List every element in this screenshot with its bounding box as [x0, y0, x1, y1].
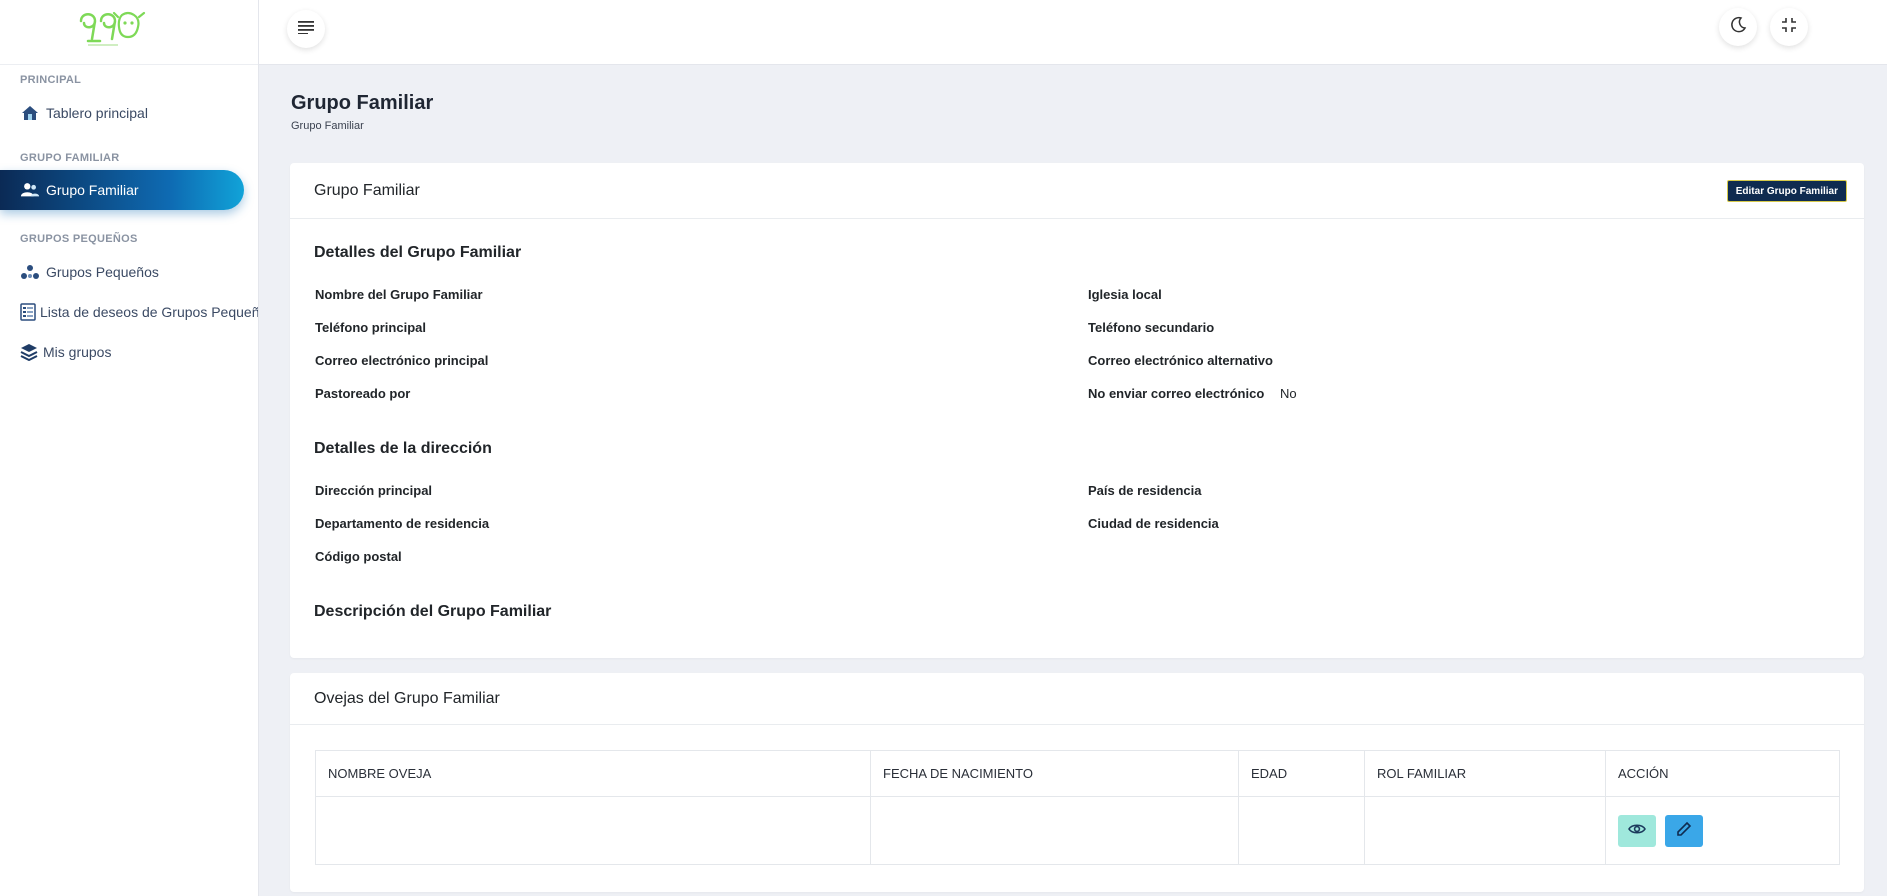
sidebar-section-principal: PRINCIPAL: [20, 74, 82, 86]
sidebar-item-label: Mis grupos: [43, 344, 112, 360]
pencil-icon: [1676, 821, 1692, 840]
field-correo-alternativo: Correo electrónico alternativo: [1088, 353, 1273, 368]
page-title: Grupo Familiar: [291, 92, 434, 114]
sidebar-item-grupo-familiar[interactable]: Grupo Familiar: [0, 170, 244, 210]
column-header-fecha[interactable]: FECHA DE NACIMIENTO: [870, 750, 1239, 797]
edit-grupo-familiar-button[interactable]: Editar Grupo Familiar: [1726, 180, 1847, 202]
column-header-edad[interactable]: EDAD: [1238, 750, 1365, 797]
table-cell-edad: [1238, 796, 1365, 865]
table-row: [315, 796, 1840, 865]
column-header-nombre[interactable]: NOMBRE OVEJA: [315, 750, 871, 797]
fullscreen-toggle-button[interactable]: [1770, 8, 1808, 46]
field-iglesia: Iglesia local: [1088, 287, 1162, 302]
field-departamento: Departamento de residencia: [315, 516, 490, 531]
layers-icon: [20, 343, 38, 361]
field-no-enviar-correo-value: No: [1280, 386, 1297, 401]
minimize-icon: [1781, 17, 1797, 38]
sidebar-item-label: Tablero principal: [46, 105, 148, 121]
sidebar-item-grupos-pequenos[interactable]: Grupos Pequeños: [0, 252, 258, 292]
card-title: Grupo Familiar: [314, 181, 420, 199]
field-correo-principal: Correo electrónico principal: [315, 353, 489, 368]
sidebar-item-label: Lista de deseos de Grupos Pequeños: [40, 304, 259, 320]
field-direccion: Dirección principal: [315, 483, 433, 498]
edit-button[interactable]: [1664, 814, 1703, 847]
field-nombre: Nombre del Grupo Familiar: [315, 287, 483, 302]
users-icon: [20, 181, 40, 199]
logo[interactable]: [0, 0, 258, 65]
moon-icon: [1729, 16, 1747, 39]
table-cell-rol: [1364, 796, 1606, 865]
field-telefono-secundario: Teléfono secundario: [1088, 320, 1215, 335]
sidebar-item-label: Grupos Pequeños: [46, 264, 159, 280]
sidebar: PRINCIPAL Tablero principal GRUPO FAMILI…: [0, 0, 259, 896]
field-pais: País de residencia: [1088, 483, 1202, 498]
details-card: Grupo Familiar Editar Grupo Familiar Det…: [290, 163, 1864, 658]
theme-toggle-button[interactable]: [1719, 8, 1757, 46]
table-cell-accion: [1605, 796, 1840, 865]
details-card-header: Grupo Familiar Editar Grupo Familiar: [290, 163, 1864, 219]
breadcrumb[interactable]: Grupo Familiar: [291, 120, 364, 132]
sheep-card: Ovejas del Grupo Familiar NOMBRE OVEJA F…: [290, 673, 1864, 892]
sheep-table: NOMBRE OVEJA FECHA DE NACIMIENTO EDAD RO…: [315, 750, 1840, 865]
address-section-title: Detalles de la dirección: [314, 440, 492, 457]
group-dots-icon: [20, 263, 40, 281]
table-cell-nombre: [315, 796, 871, 865]
column-header-rol[interactable]: ROL FAMILIAR: [1364, 750, 1606, 797]
column-header-accion: ACCIÓN: [1605, 750, 1840, 797]
home-icon: [20, 104, 40, 122]
list-icon: [20, 303, 36, 321]
details-section-title: Detalles del Grupo Familiar: [314, 244, 522, 261]
table-cell-fecha: [870, 796, 1239, 865]
menu-icon: [298, 20, 314, 39]
view-button[interactable]: [1618, 814, 1656, 847]
field-telefono-principal: Teléfono principal: [315, 320, 426, 335]
sidebar-item-label: Grupo Familiar: [46, 182, 139, 198]
sidebar-section-grupos-pequenos: GRUPOS PEQUEÑOS: [20, 233, 138, 245]
sidebar-item-tablero[interactable]: Tablero principal: [0, 93, 258, 133]
sidebar-item-mis-grupos[interactable]: Mis grupos: [0, 332, 258, 372]
eye-icon: [1628, 823, 1646, 838]
field-no-enviar-correo: No enviar correo electrónico: [1088, 386, 1265, 401]
card-title: Ovejas del Grupo Familiar: [314, 689, 500, 707]
table-header-row: NOMBRE OVEJA FECHA DE NACIMIENTO EDAD RO…: [315, 750, 1840, 797]
sidebar-item-lista-deseos[interactable]: Lista de deseos de Grupos Pequeños: [0, 292, 258, 332]
field-pastoreado: Pastoreado por: [315, 386, 411, 401]
description-section-title: Descripción del Grupo Familiar: [314, 603, 552, 620]
sidebar-section-grupo-familiar: GRUPO FAMILIAR: [20, 152, 120, 164]
field-ciudad: Ciudad de residencia: [1088, 516, 1219, 531]
logo-icon: [79, 11, 146, 46]
field-codigo-postal: Código postal: [315, 549, 402, 564]
topbar: [259, 0, 1887, 65]
sheep-card-header: Ovejas del Grupo Familiar: [290, 673, 1864, 725]
menu-toggle-button[interactable]: [287, 10, 325, 48]
